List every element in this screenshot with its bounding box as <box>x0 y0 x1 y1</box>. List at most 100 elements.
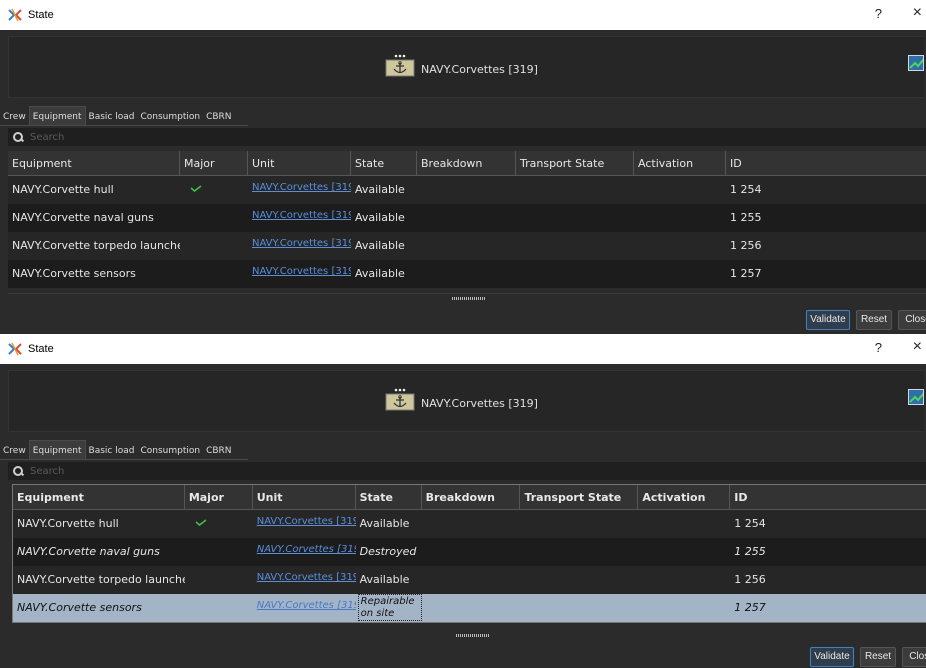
search-input[interactable] <box>30 465 230 477</box>
table-row-selected[interactable]: NAVY.Corvette sensors NAVY.Corvettes [31… <box>13 594 926 622</box>
column-header-equipment[interactable]: Equipment <box>8 151 180 176</box>
unit-link[interactable]: NAVY.Corvettes [319] <box>248 232 351 260</box>
state-cell[interactable]: Destroyed <box>356 538 422 566</box>
chart-icon[interactable] <box>908 55 924 71</box>
activation-cell <box>634 204 726 232</box>
column-header-equipment[interactable]: Equipment <box>13 485 185 510</box>
unit-link[interactable]: NAVY.Corvettes [319] <box>253 566 356 594</box>
unit-name: NAVY.Corvettes [319] <box>421 397 538 410</box>
column-header-activation[interactable]: Activation <box>638 485 731 510</box>
table-row[interactable]: NAVY.Corvette sensors NAVY.Corvettes [31… <box>8 260 926 288</box>
reset-button[interactable]: Reset <box>860 647 896 667</box>
major-cell <box>185 566 253 594</box>
table-row[interactable]: NAVY.Corvette torpedo launcher NAVY.Corv… <box>13 566 926 594</box>
equipment-table: Equipment Major Unit State Breakdown Tra… <box>12 484 926 623</box>
id-cell: 1 256 <box>730 239 762 252</box>
window-title: State <box>28 343 54 355</box>
column-header-major[interactable]: Major <box>185 485 253 510</box>
id-cell: 1 256 <box>734 573 766 586</box>
table-row[interactable]: NAVY.Corvette torpedo launcher NAVY.Corv… <box>8 232 926 260</box>
tab-cbrn[interactable]: CBRN <box>203 108 235 126</box>
breakdown-cell <box>417 176 516 204</box>
column-header-state[interactable]: State <box>351 151 417 176</box>
column-header-breakdown[interactable]: Breakdown <box>417 151 516 176</box>
activation-cell <box>638 566 730 594</box>
validate-button[interactable]: Validate <box>806 310 850 330</box>
checkmark-icon <box>195 519 207 526</box>
state-cell[interactable]: Available <box>351 232 417 260</box>
tab-crew[interactable]: Crew <box>0 108 29 126</box>
help-button[interactable]: ? <box>875 340 882 355</box>
tab-equipment[interactable]: Equipment <box>28 440 86 460</box>
transport-state-cell <box>516 260 634 288</box>
major-cell <box>180 176 248 204</box>
column-header-state[interactable]: State <box>356 485 422 510</box>
equipment-cell: NAVY.Corvette sensors <box>12 267 136 280</box>
equipment-cell: NAVY.Corvette torpedo launcher <box>17 573 185 586</box>
equipment-cell: NAVY.Corvette sensors <box>17 601 142 614</box>
table-row[interactable]: NAVY.Corvette naval guns NAVY.Corvettes … <box>8 204 926 232</box>
equipment-cell: NAVY.Corvette hull <box>17 517 119 530</box>
tab-consumption[interactable]: Consumption <box>137 108 204 126</box>
column-header-activation[interactable]: Activation <box>634 151 726 176</box>
search-input[interactable] <box>30 131 230 143</box>
state-cell[interactable]: Available <box>351 204 417 232</box>
unit-link[interactable]: NAVY.Corvettes [319] <box>253 510 356 538</box>
table-row[interactable]: NAVY.Corvette naval guns NAVY.Corvettes … <box>13 538 926 566</box>
tab-bar: Crew Equipment Basic load Consumption CB… <box>0 438 235 460</box>
validate-button[interactable]: Validate <box>810 647 854 667</box>
transport-state-cell <box>516 176 634 204</box>
unit-link[interactable]: NAVY.Corvettes [319] <box>248 204 351 232</box>
search-bar <box>8 128 926 146</box>
major-cell <box>185 538 253 566</box>
unit-link[interactable]: NAVY.Corvettes [319] <box>253 594 356 622</box>
unit-header-panel: NAVY.Corvettes [319] <box>8 370 924 432</box>
column-header-transport-state[interactable]: Transport State <box>516 151 634 176</box>
column-header-breakdown[interactable]: Breakdown <box>422 485 521 510</box>
table-row[interactable]: NAVY.Corvette hull NAVY.Corvettes [319] … <box>13 510 926 538</box>
tab-crew[interactable]: Crew <box>0 442 29 460</box>
unit-link[interactable]: NAVY.Corvettes [319] <box>248 260 351 288</box>
column-header-id[interactable]: ID <box>730 485 926 510</box>
activation-cell <box>638 594 730 622</box>
activation-cell <box>634 260 726 288</box>
close-window-button[interactable]: × <box>913 338 922 356</box>
close-button[interactable]: Close <box>902 647 926 667</box>
help-button[interactable]: ? <box>875 6 882 21</box>
column-header-transport-state[interactable]: Transport State <box>520 485 639 510</box>
close-button[interactable]: Close <box>898 310 926 330</box>
chart-icon[interactable] <box>908 389 924 405</box>
breakdown-cell <box>417 232 516 260</box>
column-header-unit[interactable]: Unit <box>253 485 356 510</box>
tab-basic-load[interactable]: Basic load <box>85 442 138 460</box>
search-icon <box>12 465 24 477</box>
unit-link[interactable]: NAVY.Corvettes [319] <box>248 176 351 204</box>
table-row[interactable]: NAVY.Corvette hull NAVY.Corvettes [319] … <box>8 176 926 204</box>
state-cell[interactable]: Available <box>351 260 417 288</box>
major-cell <box>185 510 253 538</box>
column-header-major[interactable]: Major <box>180 151 248 176</box>
divider <box>8 293 926 294</box>
reset-button[interactable]: Reset <box>856 310 892 330</box>
splitter-handle[interactable] <box>456 634 490 637</box>
state-cell[interactable]: Available <box>356 566 422 594</box>
tab-equipment[interactable]: Equipment <box>28 106 86 126</box>
state-editor[interactable]: Repairable on site <box>357 594 422 621</box>
state-cell[interactable]: Available <box>351 176 417 204</box>
unit-link[interactable]: NAVY.Corvettes [319] <box>253 538 356 566</box>
column-header-id[interactable]: ID <box>726 151 926 176</box>
tab-basic-load[interactable]: Basic load <box>85 108 138 126</box>
close-window-button[interactable]: × <box>913 4 922 22</box>
tab-cbrn[interactable]: CBRN <box>203 442 235 460</box>
id-cell: 1 255 <box>730 211 762 224</box>
activation-cell <box>638 538 730 566</box>
transport-state-cell <box>520 566 638 594</box>
state-cell[interactable]: Available <box>356 510 422 538</box>
splitter-handle[interactable] <box>452 297 486 300</box>
equipment-cell: NAVY.Corvette naval guns <box>17 545 160 558</box>
major-cell <box>180 232 248 260</box>
column-header-unit[interactable]: Unit <box>248 151 351 176</box>
breakdown-cell <box>422 510 521 538</box>
state-cell[interactable]: Repairable on site <box>356 594 422 622</box>
tab-consumption[interactable]: Consumption <box>137 442 204 460</box>
